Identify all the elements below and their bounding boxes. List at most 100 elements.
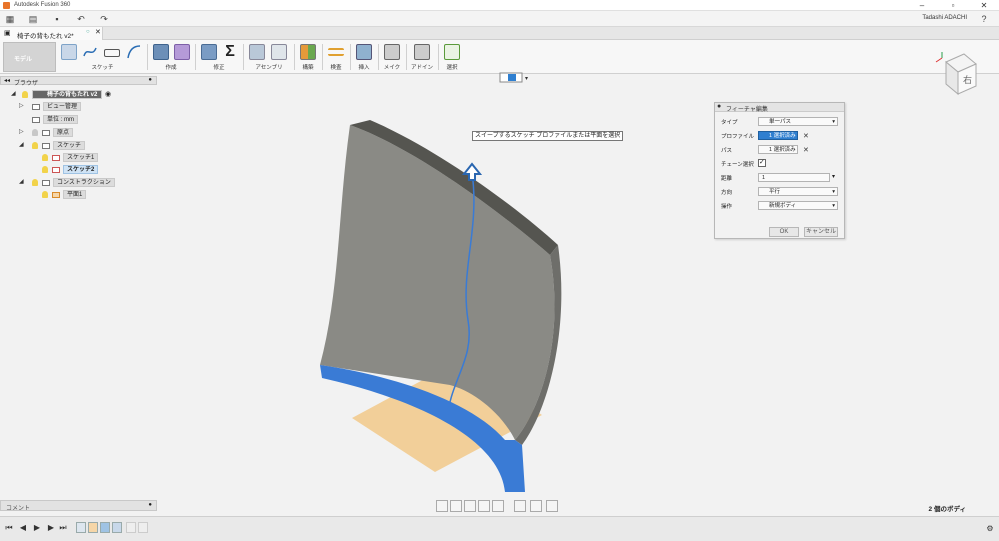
profile-selector[interactable]: 1 選択済み: [758, 131, 798, 140]
step-forward-icon[interactable]: ▶: [46, 523, 56, 533]
add-comment-icon[interactable]: ●: [148, 502, 152, 508]
inspect-group[interactable]: 検査: [325, 42, 347, 72]
close-tab-icon[interactable]: ✕: [95, 28, 101, 36]
spline-icon[interactable]: [82, 44, 98, 60]
create-group[interactable]: 作成: [150, 42, 192, 72]
visibility-icon[interactable]: [22, 91, 28, 98]
root-component[interactable]: 椅子の背もたれ v2: [32, 90, 102, 99]
selection-tooltip: スイープするスケッチ プロファイルまたは平面を選択: [472, 131, 624, 141]
construct-group[interactable]: 構築: [297, 42, 319, 72]
assemble-group[interactable]: アセンブリ: [246, 42, 292, 72]
path-selector[interactable]: 1 選択済み: [758, 145, 798, 154]
expand-icon[interactable]: ◢: [11, 90, 16, 99]
arc-icon[interactable]: [126, 44, 142, 60]
operation-dropdown[interactable]: 新規ボディ ▾: [758, 201, 838, 210]
visibility-icon[interactable]: [42, 154, 48, 161]
dialog-header[interactable]: ● フィーチャ編集: [715, 103, 844, 113]
step-back-icon[interactable]: ◀: [18, 523, 28, 533]
browser-panel-header[interactable]: ◂◂ ブラウザ ●: [0, 76, 157, 87]
user-menu[interactable]: Tadashi ADACHI: [922, 15, 967, 21]
clear-profile-icon[interactable]: ✕: [803, 132, 809, 140]
insert-image-icon[interactable]: [356, 44, 372, 60]
go-to-end-icon[interactable]: ⏭: [58, 523, 68, 533]
viewports-icon[interactable]: [546, 500, 558, 512]
select-icon[interactable]: [444, 44, 460, 60]
select-group[interactable]: 選択: [441, 42, 463, 72]
zoom-icon[interactable]: [478, 500, 490, 512]
save-icon[interactable]: ▪: [52, 14, 62, 24]
expand-icon[interactable]: ▷: [19, 102, 24, 111]
addins-group[interactable]: アドイン: [409, 42, 435, 72]
chain-checkbox[interactable]: ✓: [758, 159, 766, 167]
grid-icon[interactable]: ▦: [5, 14, 15, 24]
look-at-icon[interactable]: [450, 500, 462, 512]
timeline-sketch-item[interactable]: [100, 522, 110, 533]
tree-root[interactable]: ◢ 椅子の背もたれ v2 ◉: [0, 90, 157, 99]
activate-radio-icon[interactable]: ◉: [105, 90, 111, 99]
maximize-button[interactable]: ▫: [938, 0, 968, 11]
press-pull-icon[interactable]: [201, 44, 217, 60]
undo-icon[interactable]: ↶: [76, 14, 86, 24]
visibility-icon[interactable]: [42, 166, 48, 173]
expand-icon[interactable]: ▷: [19, 128, 24, 137]
go-to-start-icon[interactable]: ⏮: [4, 523, 14, 533]
tree-label: コンストラクション: [53, 178, 115, 187]
file-icon[interactable]: ▤: [28, 14, 38, 24]
make-group-label: メイク: [383, 65, 401, 71]
display-settings-icon[interactable]: [514, 500, 526, 512]
3d-print-icon[interactable]: [384, 44, 400, 60]
parameters-icon[interactable]: Σ: [222, 44, 238, 60]
visibility-icon[interactable]: [42, 191, 48, 198]
timeline-sweep-item[interactable]: [112, 522, 122, 533]
timeline-sketch-item[interactable]: [76, 522, 86, 533]
expand-icon[interactable]: ◢: [19, 141, 24, 150]
fit-icon[interactable]: [492, 500, 504, 512]
offset-plane-icon[interactable]: [300, 44, 316, 60]
redo-icon[interactable]: ↷: [99, 14, 109, 24]
sketch-group[interactable]: スケッチ: [60, 42, 145, 72]
expand-icon[interactable]: ◢: [19, 178, 24, 187]
orientation-dropdown[interactable]: 平行 ▾: [758, 187, 838, 196]
collapse-icon[interactable]: ◂◂: [4, 77, 10, 84]
type-dropdown[interactable]: 単一パス ▾: [758, 117, 838, 126]
timeline-item[interactable]: [138, 522, 148, 533]
gear-icon[interactable]: ⚙: [985, 524, 995, 534]
ok-button[interactable]: OK: [769, 227, 799, 237]
orbit-icon[interactable]: [436, 500, 448, 512]
new-component-icon[interactable]: [249, 44, 265, 60]
insert-group[interactable]: 挿入: [353, 42, 375, 72]
timeline-plane-item[interactable]: [88, 522, 98, 533]
help-icon[interactable]: ?: [979, 14, 989, 24]
play-icon[interactable]: ▶: [32, 523, 42, 533]
type-label: タイプ: [721, 120, 738, 126]
grid-settings-icon[interactable]: [530, 500, 542, 512]
clear-path-icon[interactable]: ✕: [803, 146, 809, 154]
workspace-switcher[interactable]: モデル: [3, 42, 56, 72]
viewport-model[interactable]: [300, 110, 570, 500]
pan-icon[interactable]: [464, 500, 476, 512]
visibility-icon[interactable]: [32, 142, 38, 149]
view-mode-toggle[interactable]: ▾: [499, 72, 531, 83]
scripts-icon[interactable]: [414, 44, 430, 60]
close-button[interactable]: ✕: [969, 0, 999, 11]
measure-icon[interactable]: [328, 48, 344, 56]
form-icon[interactable]: [174, 44, 190, 60]
comments-panel[interactable]: コメント ●: [0, 500, 157, 512]
distance-input[interactable]: 1: [758, 173, 830, 182]
rectangle-icon[interactable]: [104, 49, 120, 57]
modify-group[interactable]: Σ 修正: [198, 42, 240, 72]
joint-icon[interactable]: [271, 44, 287, 60]
distance-chevron-icon[interactable]: ▾: [832, 173, 835, 180]
document-tab[interactable]: ▣ 椅子の背もたれ v2* ○ ✕: [0, 27, 103, 40]
make-group[interactable]: メイク: [381, 42, 403, 72]
sketch-icon[interactable]: [61, 44, 77, 60]
cancel-button[interactable]: キャンセル: [804, 227, 838, 237]
extrude-icon[interactable]: [153, 44, 169, 60]
dialog-collapse-icon[interactable]: ●: [717, 103, 721, 110]
timeline-item[interactable]: [126, 522, 136, 533]
visibility-icon[interactable]: [32, 129, 38, 136]
view-cube[interactable]: 右: [934, 50, 978, 100]
visibility-icon[interactable]: [32, 179, 38, 186]
pin-icon[interactable]: ●: [148, 77, 152, 83]
minimize-button[interactable]: –: [907, 0, 937, 11]
